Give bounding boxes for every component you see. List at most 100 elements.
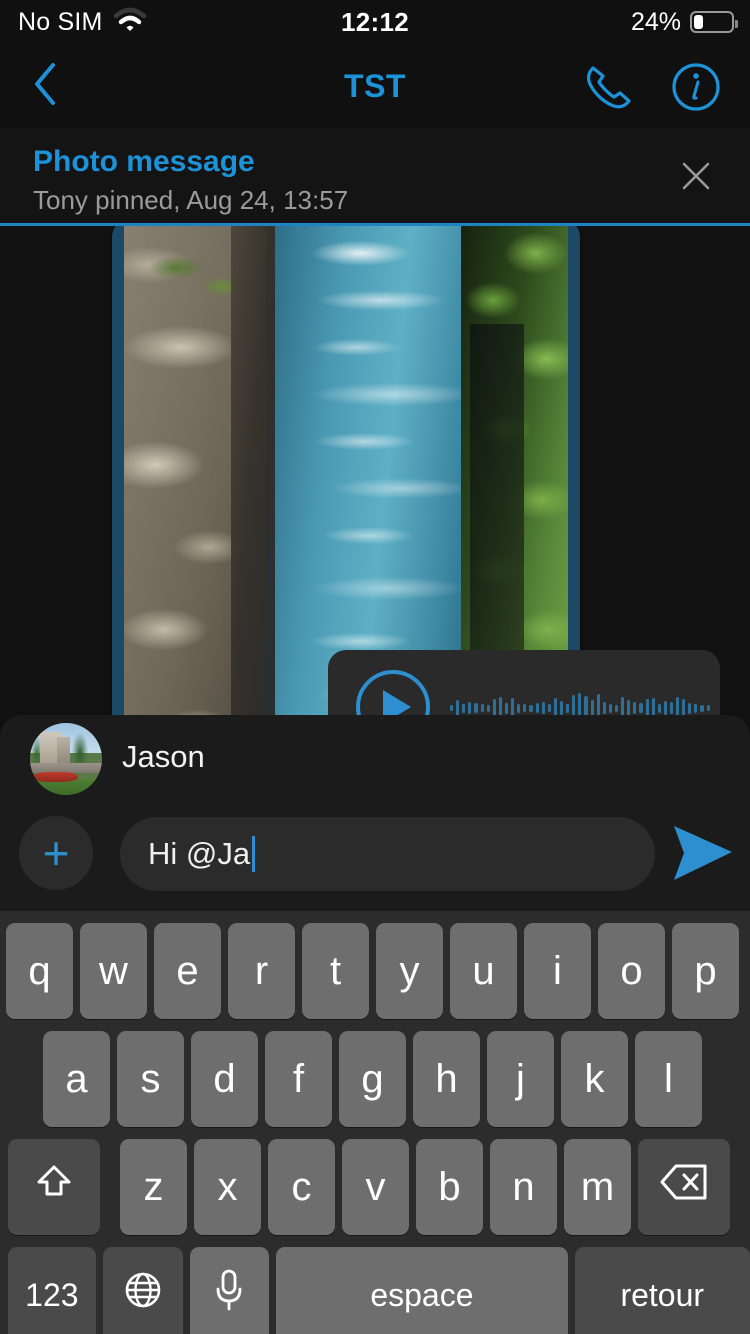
keyboard-row-3: zxcvbnm	[0, 1139, 750, 1235]
key-f[interactable]: f	[265, 1031, 332, 1127]
key-h[interactable]: h	[413, 1031, 480, 1127]
waveform-bar	[547, 704, 551, 712]
waveform-bar	[541, 702, 545, 714]
plus-icon: +	[42, 827, 70, 879]
waveform-bar	[468, 702, 472, 714]
call-button[interactable]	[582, 62, 634, 112]
message-input-value: Hi @Ja	[148, 836, 251, 871]
waveform-bar	[633, 702, 637, 714]
key-a[interactable]: a	[43, 1031, 110, 1127]
key-w[interactable]: w	[80, 923, 147, 1019]
nav-bar: TST	[0, 44, 750, 128]
mention-suggestion-panel: Jason	[0, 715, 750, 799]
waveform-bar	[517, 703, 521, 713]
key-n[interactable]: n	[490, 1139, 557, 1235]
waveform-bar	[474, 703, 478, 713]
key-z[interactable]: z	[120, 1139, 187, 1235]
waveform-bar	[480, 704, 484, 712]
waveform-bar	[566, 703, 570, 713]
waveform-bar	[639, 703, 643, 713]
attach-button[interactable]: +	[19, 816, 93, 890]
waveform-bar	[663, 701, 667, 715]
key-b[interactable]: b	[416, 1139, 483, 1235]
battery-icon	[690, 11, 738, 33]
waveform-bar	[614, 704, 619, 712]
close-icon	[672, 162, 720, 204]
key-y[interactable]: y	[376, 923, 443, 1019]
keyboard-row-2: asdfghjkl	[0, 1031, 750, 1127]
play-icon[interactable]	[356, 670, 430, 720]
key-k[interactable]: k	[561, 1031, 628, 1127]
river-photo-image	[124, 226, 568, 720]
send-button[interactable]	[670, 821, 736, 885]
key-g[interactable]: g	[339, 1031, 406, 1127]
key-r[interactable]: r	[228, 923, 295, 1019]
photo-message-bubble[interactable]: 12:10	[112, 226, 580, 720]
waveform-bar	[700, 704, 704, 712]
mention-suggestion-item[interactable]: Jason	[0, 715, 750, 799]
waveform-bar	[657, 703, 661, 713]
shift-icon	[32, 1160, 76, 1214]
key-d[interactable]: d	[191, 1031, 258, 1127]
status-bar: No SIM 12:12 24%	[0, 0, 750, 44]
waveform-bar	[559, 701, 564, 715]
waveform-bar	[462, 703, 466, 713]
message-list[interactable]: 12:10	[0, 226, 750, 720]
waveform-bar	[529, 704, 533, 712]
waveform-bar	[450, 705, 454, 711]
microphone-icon	[212, 1267, 246, 1323]
key-m[interactable]: m	[564, 1139, 631, 1235]
globe-icon	[122, 1269, 164, 1321]
text-cursor	[252, 836, 256, 872]
chat-title[interactable]: TST	[0, 44, 750, 128]
status-bar-right: 24%	[631, 8, 738, 37]
key-p[interactable]: p	[672, 923, 739, 1019]
key-s[interactable]: s	[117, 1031, 184, 1127]
mention-name-label: Jason	[122, 739, 205, 774]
key-j[interactable]: j	[487, 1031, 554, 1127]
return-key[interactable]: retour	[574, 1247, 750, 1334]
backspace-key[interactable]	[638, 1139, 730, 1235]
key-l[interactable]: l	[635, 1031, 702, 1127]
waveform-bar	[523, 704, 527, 712]
message-composer: + Hi @Ja	[0, 799, 750, 911]
message-input[interactable]: Hi @Ja	[120, 817, 655, 891]
key-x[interactable]: x	[194, 1139, 261, 1235]
space-key[interactable]: espace	[276, 1247, 568, 1334]
key-t[interactable]: t	[302, 923, 369, 1019]
globe-key[interactable]	[102, 1247, 183, 1334]
key-c[interactable]: c	[268, 1139, 335, 1235]
dictation-key[interactable]	[189, 1247, 270, 1334]
key-e[interactable]: e	[154, 923, 221, 1019]
waveform-bar	[706, 705, 710, 711]
key-v[interactable]: v	[342, 1139, 409, 1235]
shift-key[interactable]	[8, 1139, 100, 1235]
photo-attachment[interactable]	[124, 226, 568, 720]
numbers-key[interactable]: 123	[8, 1247, 96, 1334]
virtual-keyboard[interactable]: qwertyuiop asdfghjkl zxcvbnm 123 espace …	[0, 911, 750, 1334]
waveform-bar	[486, 704, 490, 712]
waveform-bar	[602, 702, 606, 714]
pinned-title: Photo message	[33, 145, 255, 178]
avatar	[30, 723, 102, 795]
waveform-bar	[688, 702, 692, 714]
phone-icon	[582, 66, 634, 116]
waveform-bar	[535, 703, 539, 713]
pinned-subtitle: Tony pinned, Aug 24, 13:57	[33, 185, 349, 215]
waveform-bar	[669, 702, 674, 714]
waveform-bar	[590, 699, 594, 717]
waveform-bar	[694, 703, 698, 713]
key-o[interactable]: o	[598, 923, 665, 1019]
pinned-message-banner[interactable]: Photo message Tony pinned, Aug 24, 13:57	[0, 128, 750, 224]
pinned-close-button[interactable]	[672, 152, 720, 200]
key-i[interactable]: i	[524, 923, 591, 1019]
waveform-bar	[608, 703, 612, 713]
key-u[interactable]: u	[450, 923, 517, 1019]
waveform-bar	[456, 700, 460, 716]
backspace-icon	[659, 1162, 709, 1212]
info-button[interactable]	[670, 62, 722, 112]
key-q[interactable]: q	[6, 923, 73, 1019]
send-icon	[670, 826, 736, 889]
voice-message-bubble[interactable]	[328, 650, 720, 720]
chat-screen: No SIM 12:12 24% TST Photo message Tony …	[0, 0, 750, 1334]
